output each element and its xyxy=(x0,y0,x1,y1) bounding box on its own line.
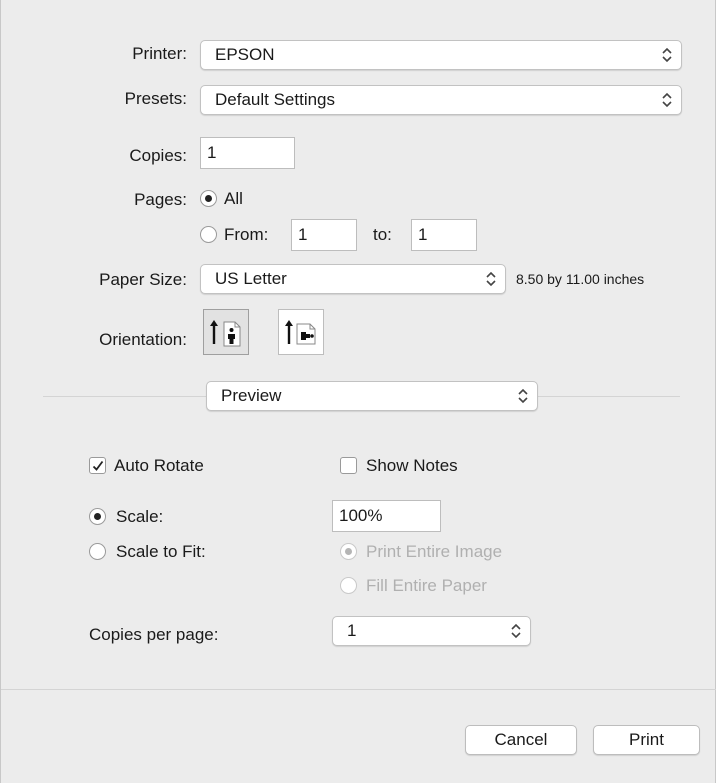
updown-chevron-icon xyxy=(518,388,528,404)
orientation-landscape-button[interactable] xyxy=(278,309,324,355)
orientation-label: Orientation: xyxy=(99,330,187,349)
pages-from-input[interactable]: 1 xyxy=(291,219,357,251)
updown-chevron-icon xyxy=(662,47,672,63)
orientation-portrait-button[interactable] xyxy=(203,309,249,355)
pages-to-label: to: xyxy=(373,225,392,244)
updown-chevron-icon xyxy=(511,623,521,639)
paper-size-select[interactable]: US Letter xyxy=(200,264,506,294)
section-select[interactable]: Preview xyxy=(206,381,538,411)
pages-all-label: All xyxy=(224,189,243,208)
printer-select[interactable]: EPSON xyxy=(200,40,682,70)
copies-per-page-value: 1 xyxy=(347,621,357,640)
print-entire-image-label: Print Entire Image xyxy=(366,542,503,561)
scale-radio[interactable] xyxy=(89,508,106,525)
checkmark-icon xyxy=(92,460,104,471)
presets-label: Presets: xyxy=(124,89,187,108)
paper-size-dimensions: 8.50 by 11.00 inches xyxy=(516,271,645,287)
printer-value: EPSON xyxy=(215,45,275,64)
show-notes-checkbox[interactable] xyxy=(340,457,357,474)
landscape-orientation-icon xyxy=(285,320,316,345)
pages-label: Pages: xyxy=(134,190,187,209)
print-button[interactable]: Print xyxy=(593,725,700,755)
scale-to-fit-radio[interactable] xyxy=(89,543,106,560)
printer-label: Printer: xyxy=(132,44,187,63)
show-notes-label: Show Notes xyxy=(366,456,458,475)
pages-all-radio[interactable] xyxy=(200,190,217,207)
pages-to-input[interactable]: 1 xyxy=(411,219,477,251)
paper-size-label: Paper Size: xyxy=(99,270,187,289)
pages-from-label: From: xyxy=(224,225,269,244)
scale-label: Scale: xyxy=(116,507,164,526)
cancel-button[interactable]: Cancel xyxy=(465,725,577,755)
scale-to-fit-label: Scale to Fit: xyxy=(116,542,206,561)
auto-rotate-checkbox[interactable] xyxy=(89,457,106,474)
auto-rotate-label: Auto Rotate xyxy=(114,456,204,475)
copies-label: Copies: xyxy=(129,146,187,165)
presets-value: Default Settings xyxy=(215,90,336,109)
copies-input[interactable]: 1 xyxy=(200,137,295,169)
updown-chevron-icon xyxy=(662,92,672,108)
divider-right xyxy=(538,396,680,397)
copies-per-page-select[interactable]: 1 xyxy=(332,616,531,646)
updown-chevron-icon xyxy=(486,271,496,287)
section-value: Preview xyxy=(221,386,282,405)
divider-left xyxy=(43,396,206,397)
fill-entire-paper-label: Fill Entire Paper xyxy=(366,576,487,595)
pages-from-radio[interactable] xyxy=(200,226,217,243)
paper-size-value: US Letter xyxy=(215,269,287,288)
portrait-orientation-icon xyxy=(210,320,241,347)
copies-per-page-label: Copies per page: xyxy=(89,625,219,644)
print-dialog: Printer: EPSON Presets: Default Settings… xyxy=(0,0,716,783)
fill-entire-paper-radio[interactable] xyxy=(340,577,357,594)
print-entire-image-radio[interactable] xyxy=(340,543,357,560)
presets-select[interactable]: Default Settings xyxy=(200,85,682,115)
footer-divider xyxy=(1,689,716,690)
scale-input[interactable]: 100% xyxy=(332,500,441,532)
